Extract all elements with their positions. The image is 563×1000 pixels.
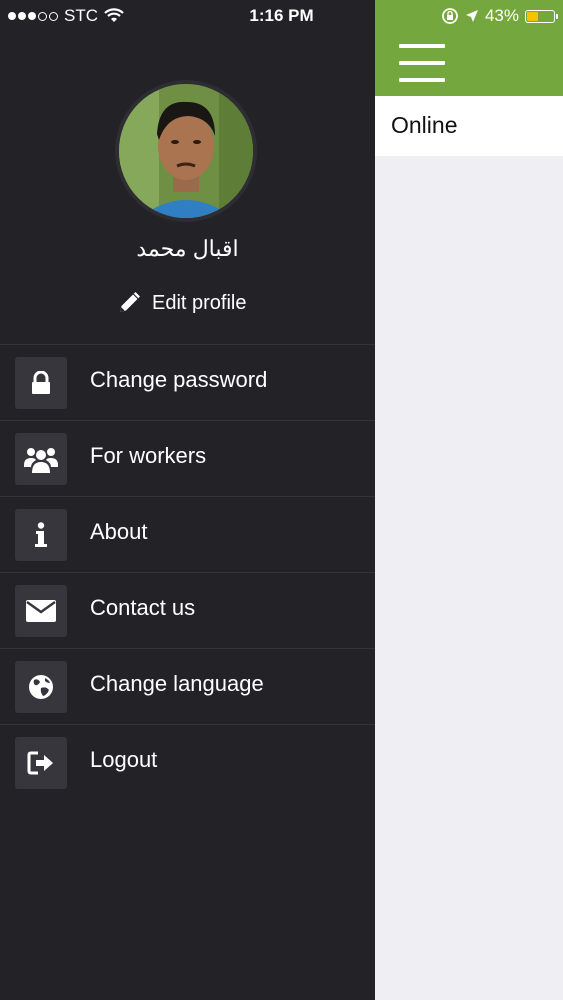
menu-item-change-language[interactable]: Change language — [0, 648, 375, 724]
avatar-photo — [119, 84, 253, 218]
battery-fill — [527, 11, 538, 21]
menu-label-change-password: Change password — [90, 367, 268, 392]
hamburger-menu-icon[interactable] — [399, 44, 445, 82]
lock-icon — [15, 357, 67, 409]
drawer-menu: Change password For workers About Contac… — [0, 344, 375, 800]
avatar[interactable] — [115, 80, 257, 222]
menu-label-logout: Logout — [90, 747, 158, 772]
status-bar-right: 43% — [441, 6, 558, 26]
battery-percent: 43% — [484, 6, 519, 25]
info-icon — [15, 509, 67, 561]
status-bar: STC 1:16 PM 43% — [0, 0, 563, 32]
online-status-label: Online — [391, 112, 458, 138]
user-name: اقبال محمد — [136, 236, 239, 261]
online-status-row[interactable]: Online — [375, 96, 563, 156]
menu-item-for-workers[interactable]: For workers — [0, 420, 375, 496]
menu-item-contact-us[interactable]: Contact us — [0, 572, 375, 648]
menu-item-change-password[interactable]: Change password — [0, 344, 375, 420]
menu-label-change-language: Change language — [90, 671, 264, 696]
menu-item-about[interactable]: About — [0, 496, 375, 572]
pencil-icon — [120, 292, 140, 312]
location-arrow-icon — [465, 10, 478, 22]
edit-profile-link[interactable]: Edit profile — [116, 290, 247, 316]
users-icon — [15, 433, 67, 485]
rotation-lock-icon — [442, 8, 458, 24]
menu-item-logout[interactable]: Logout — [0, 724, 375, 800]
logout-icon — [15, 737, 67, 789]
side-drawer: اقبال محمد Edit profile Change password … — [0, 0, 375, 1000]
menu-label-about: About — [90, 519, 148, 544]
globe-icon — [15, 661, 67, 713]
edit-profile-label: Edit profile — [152, 291, 247, 314]
menu-label-contact-us: Contact us — [90, 595, 196, 620]
battery-icon — [525, 9, 558, 23]
envelope-icon — [15, 585, 67, 637]
menu-label-for-workers: For workers — [90, 443, 207, 468]
